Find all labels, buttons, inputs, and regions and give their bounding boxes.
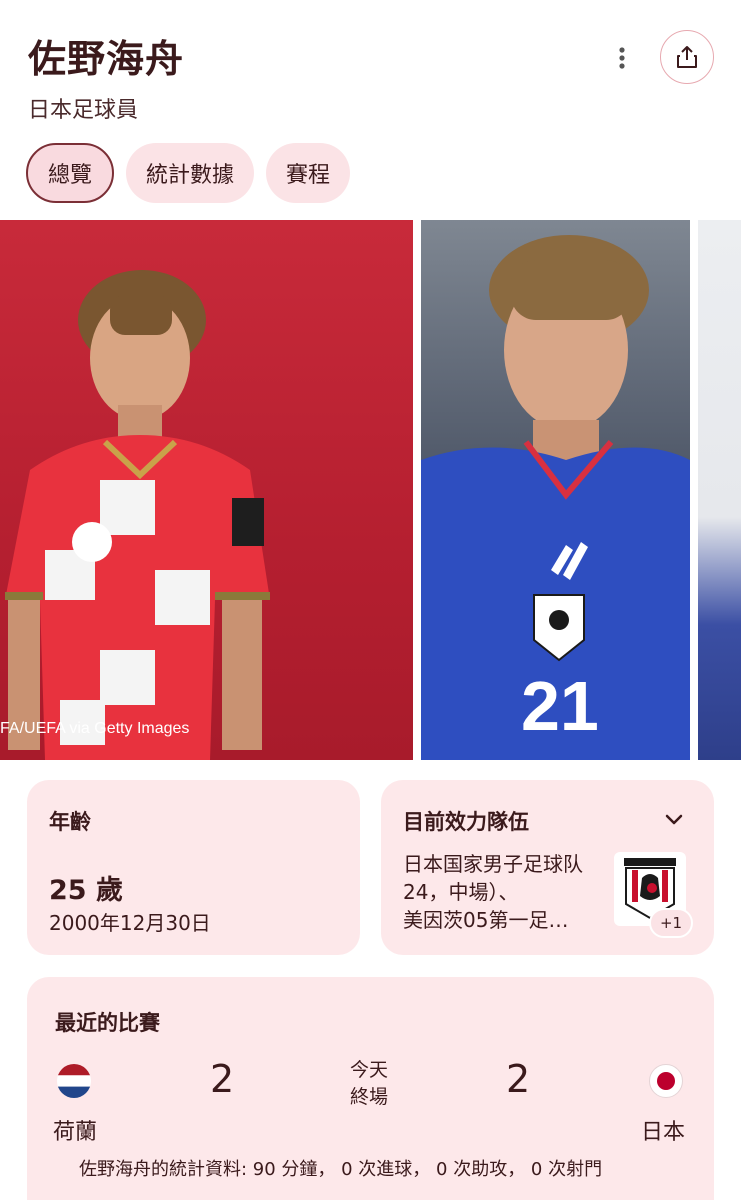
photo-credit: FA/UEFA via Getty Images (0, 720, 190, 737)
more-vert-icon (619, 47, 625, 69)
netherlands-flag-icon (57, 1064, 91, 1098)
page-subtitle: 日本足球員 (28, 98, 139, 123)
player-photo-club[interactable]: FA/UEFA via Getty Images (0, 220, 413, 760)
age-card: 年齡 25 歲 2000年12月30日 (27, 780, 360, 955)
team-line: 日本国家男子足球队 (403, 852, 583, 876)
tab-overview[interactable]: 總覽 (26, 143, 115, 203)
share-icon (677, 46, 697, 68)
player-photo-partial[interactable] (698, 220, 741, 760)
player-national-illustration: 21 (421, 235, 690, 760)
team-line: 24，中場）、 (403, 880, 519, 904)
away-team-name: 日本 (641, 1120, 686, 1145)
recent-match-card[interactable]: 最近的比賽 荷蘭 2 今天 終場 2 日本 佐野海舟的統計資料: 90 分鐘， … (27, 977, 714, 1200)
current-team-label: 目前效力隊伍 (403, 810, 529, 834)
player-photo-national[interactable]: 21 (421, 220, 690, 760)
away-score: 2 (506, 1057, 531, 1101)
home-team-name: 荷蘭 (53, 1120, 98, 1145)
header: 佐野海舟 日本足球員 總覽 統計數據 賽程 (0, 0, 741, 215)
page-title: 佐野海舟 (28, 37, 185, 81)
home-score: 2 (210, 1057, 235, 1101)
player-club-illustration (5, 270, 270, 760)
current-team-text: 日本国家男子足球队 24，中場）、 美因茨05第一足… (403, 850, 613, 934)
share-button[interactable] (660, 30, 714, 84)
japan-flag-icon (649, 1064, 683, 1098)
tab-stats[interactable]: 統計數據 (126, 143, 255, 203)
match-date: 今天 (350, 1059, 389, 1081)
player-match-stats: 佐野海舟的統計資料: 90 分鐘， 0 次進球， 0 次助攻， 0 次射門 (79, 1159, 603, 1180)
age-value: 25 歲 (49, 875, 123, 906)
tab-schedule[interactable]: 賽程 (266, 143, 351, 203)
birth-date: 2000年12月30日 (49, 911, 211, 935)
chevron-down-icon[interactable] (661, 806, 687, 832)
tab-bar: 總覽 統計數據 賽程 (26, 143, 351, 203)
image-gallery[interactable]: FA/UEFA via Getty Images 21 (0, 220, 741, 760)
more-teams-badge[interactable]: +1 (649, 908, 693, 938)
more-options-button[interactable] (604, 40, 640, 76)
team-line: 美因茨05第一足… (403, 908, 569, 932)
recent-match-label: 最近的比賽 (55, 1011, 160, 1035)
match-status: 終場 (350, 1086, 389, 1108)
age-label: 年齡 (49, 810, 91, 834)
current-team-card[interactable]: 目前效力隊伍 日本国家男子足球队 24，中場）、 美因茨05第一足… +1 (381, 780, 714, 955)
svg-text:21: 21 (521, 667, 599, 745)
